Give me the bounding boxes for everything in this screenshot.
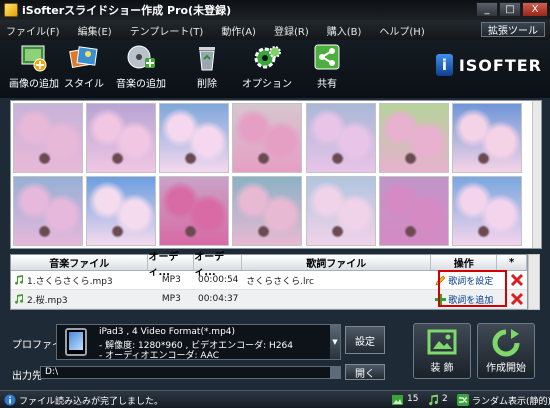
column-star[interactable]: * bbox=[497, 255, 528, 270]
ipad-icon bbox=[65, 328, 87, 356]
menu-edit[interactable]: 編集(E) bbox=[78, 23, 112, 38]
thumbnail-image[interactable] bbox=[452, 176, 522, 246]
music-file-name: 1.さくらさくら.mp3 bbox=[27, 276, 113, 287]
image-gallery[interactable] bbox=[10, 100, 542, 249]
thumbnail-image[interactable] bbox=[13, 103, 83, 173]
column-audio-duration[interactable]: オーディ... bbox=[194, 252, 243, 278]
add-music-label: 音楽の追加 bbox=[116, 79, 166, 90]
destination-value: D:\ bbox=[45, 367, 58, 377]
column-music-file[interactable]: 音楽ファイル bbox=[11, 255, 149, 270]
menu-file[interactable]: ファイル(F) bbox=[6, 23, 60, 38]
menu-action[interactable]: 動作(A) bbox=[221, 23, 256, 38]
share-label: 共有 bbox=[317, 79, 337, 90]
music-list-header: 音楽ファイル オーディ... オーディ... 歌詞ファイル 操作 * bbox=[11, 252, 528, 278]
thumbnail-image[interactable] bbox=[159, 176, 229, 246]
column-action[interactable]: 操作 bbox=[431, 255, 498, 270]
style-label: スタイル bbox=[64, 79, 104, 90]
profile-line-3: - オーディオエンコーダ: AAC bbox=[99, 351, 220, 361]
refresh-arrow-icon bbox=[492, 329, 520, 357]
thumbnail-image[interactable] bbox=[306, 103, 376, 173]
menu-template[interactable]: テンプレート(T) bbox=[130, 23, 204, 38]
profile-select[interactable]: iPad3 , 4 Video Format(*.mp4) - 解像度: 128… bbox=[56, 324, 341, 361]
music-note-icon bbox=[15, 294, 24, 304]
lyrics-file-name bbox=[242, 290, 431, 308]
options-label: オプション bbox=[242, 79, 292, 90]
music-duration: 00:04:37 bbox=[197, 294, 239, 304]
music-file-name: 2.桜.mp3 bbox=[27, 295, 68, 306]
music-format: MP3 bbox=[161, 294, 181, 304]
thumbnail-image[interactable] bbox=[232, 176, 302, 246]
share-button[interactable]: 共有 bbox=[297, 44, 357, 90]
start-creation-label: 作成開始 bbox=[486, 363, 526, 374]
logo-text: ISOFTER bbox=[458, 55, 542, 75]
start-creation-button[interactable]: 作成開始 bbox=[477, 323, 535, 379]
random-display-label: ランダム表示(静的) bbox=[472, 397, 550, 407]
thumbnail-image[interactable] bbox=[159, 103, 229, 173]
thumbnail-image[interactable] bbox=[86, 103, 156, 173]
extension-tools-button[interactable]: 拡張ツール bbox=[481, 22, 545, 37]
profile-line-1: iPad3 , 4 Video Format(*.mp4) bbox=[99, 327, 236, 337]
picture-frame-icon bbox=[427, 329, 457, 355]
status-message: ファイル読み込みが完了しました。 bbox=[19, 397, 164, 407]
add-music-icon bbox=[126, 44, 156, 72]
menu-help[interactable]: ヘルプ(H) bbox=[379, 23, 424, 38]
dropdown-icon[interactable] bbox=[330, 367, 340, 378]
thumbnail-image[interactable] bbox=[86, 176, 156, 246]
style-icon bbox=[69, 44, 99, 72]
isofter-logo: i ISOFTER bbox=[436, 53, 542, 77]
delete-row-icon[interactable] bbox=[510, 292, 524, 306]
delete-button[interactable]: 削除 bbox=[177, 44, 237, 90]
add-music-button[interactable]: 音楽の追加 bbox=[111, 44, 171, 90]
column-audio-format[interactable]: オーディ... bbox=[148, 252, 195, 278]
image-count: 15 bbox=[407, 394, 419, 404]
menu-register[interactable]: 登録(R) bbox=[274, 23, 309, 38]
random-display-icon bbox=[457, 394, 469, 406]
thumbnail-image[interactable] bbox=[379, 176, 449, 246]
style-button[interactable]: スタイル bbox=[54, 44, 114, 90]
delete-row-icon[interactable] bbox=[510, 273, 524, 287]
music-count-icon bbox=[429, 394, 438, 406]
image-count-icon bbox=[392, 395, 403, 405]
decorate-button[interactable]: 装 飾 bbox=[413, 323, 471, 379]
close-button[interactable]: X bbox=[522, 2, 548, 17]
music-count: 2 bbox=[442, 394, 448, 404]
lyrics-file-name: さくらさくら.lrc bbox=[246, 276, 314, 287]
decorate-label: 装 飾 bbox=[430, 363, 454, 374]
share-icon bbox=[312, 44, 342, 72]
gallery-scrollbar[interactable] bbox=[532, 101, 541, 248]
column-lyrics-file[interactable]: 歌詞ファイル bbox=[242, 255, 432, 270]
options-button[interactable]: オプション bbox=[237, 44, 297, 90]
action-highlight-box bbox=[438, 270, 507, 307]
destination-input[interactable]: D:\ bbox=[40, 366, 341, 379]
menu-purchase[interactable]: 購入(B) bbox=[327, 23, 362, 38]
window-title: iSofterスライドショー作成 Pro(未登録) bbox=[22, 4, 232, 17]
thumbnail-image[interactable] bbox=[232, 103, 302, 173]
title-bar: iSofterスライドショー作成 Pro(未登録) _ □ X bbox=[0, 0, 550, 20]
thumbnail-image[interactable] bbox=[379, 103, 449, 173]
thumbnail-image[interactable] bbox=[13, 176, 83, 246]
gear-icon bbox=[252, 44, 282, 72]
music-format: MP3 bbox=[161, 275, 181, 285]
info-icon bbox=[4, 394, 16, 406]
open-button[interactable]: 開く bbox=[345, 364, 385, 380]
trash-icon bbox=[192, 44, 222, 72]
logo-mark: i bbox=[436, 54, 453, 76]
chevron-down-icon[interactable]: ▼ bbox=[330, 325, 340, 359]
add-image-icon bbox=[19, 44, 49, 72]
thumbnail-image[interactable] bbox=[452, 103, 522, 173]
window-controls: _ □ X bbox=[476, 2, 548, 17]
app-icon bbox=[4, 3, 18, 17]
delete-label: 削除 bbox=[197, 79, 217, 90]
music-list-scrollbar[interactable] bbox=[528, 254, 540, 310]
minimize-button[interactable]: _ bbox=[476, 2, 498, 17]
maximize-button[interactable]: □ bbox=[499, 2, 521, 17]
toolbar: 画像の追加 スタイル 音楽の追加 削除 オプション 共有 i ISOFTER bbox=[0, 40, 550, 98]
music-note-icon bbox=[15, 275, 24, 285]
status-bar: ファイル読み込みが完了しました。 15 2 ランダム表示(静的) bbox=[0, 390, 550, 408]
thumbnail-image[interactable] bbox=[306, 176, 376, 246]
settings-button[interactable]: 設定 bbox=[345, 326, 385, 354]
music-duration: 00:00:54 bbox=[197, 275, 239, 285]
menu-bar: ファイル(F) 編集(E) テンプレート(T) 動作(A) 登録(R) 購入(B… bbox=[0, 20, 550, 40]
